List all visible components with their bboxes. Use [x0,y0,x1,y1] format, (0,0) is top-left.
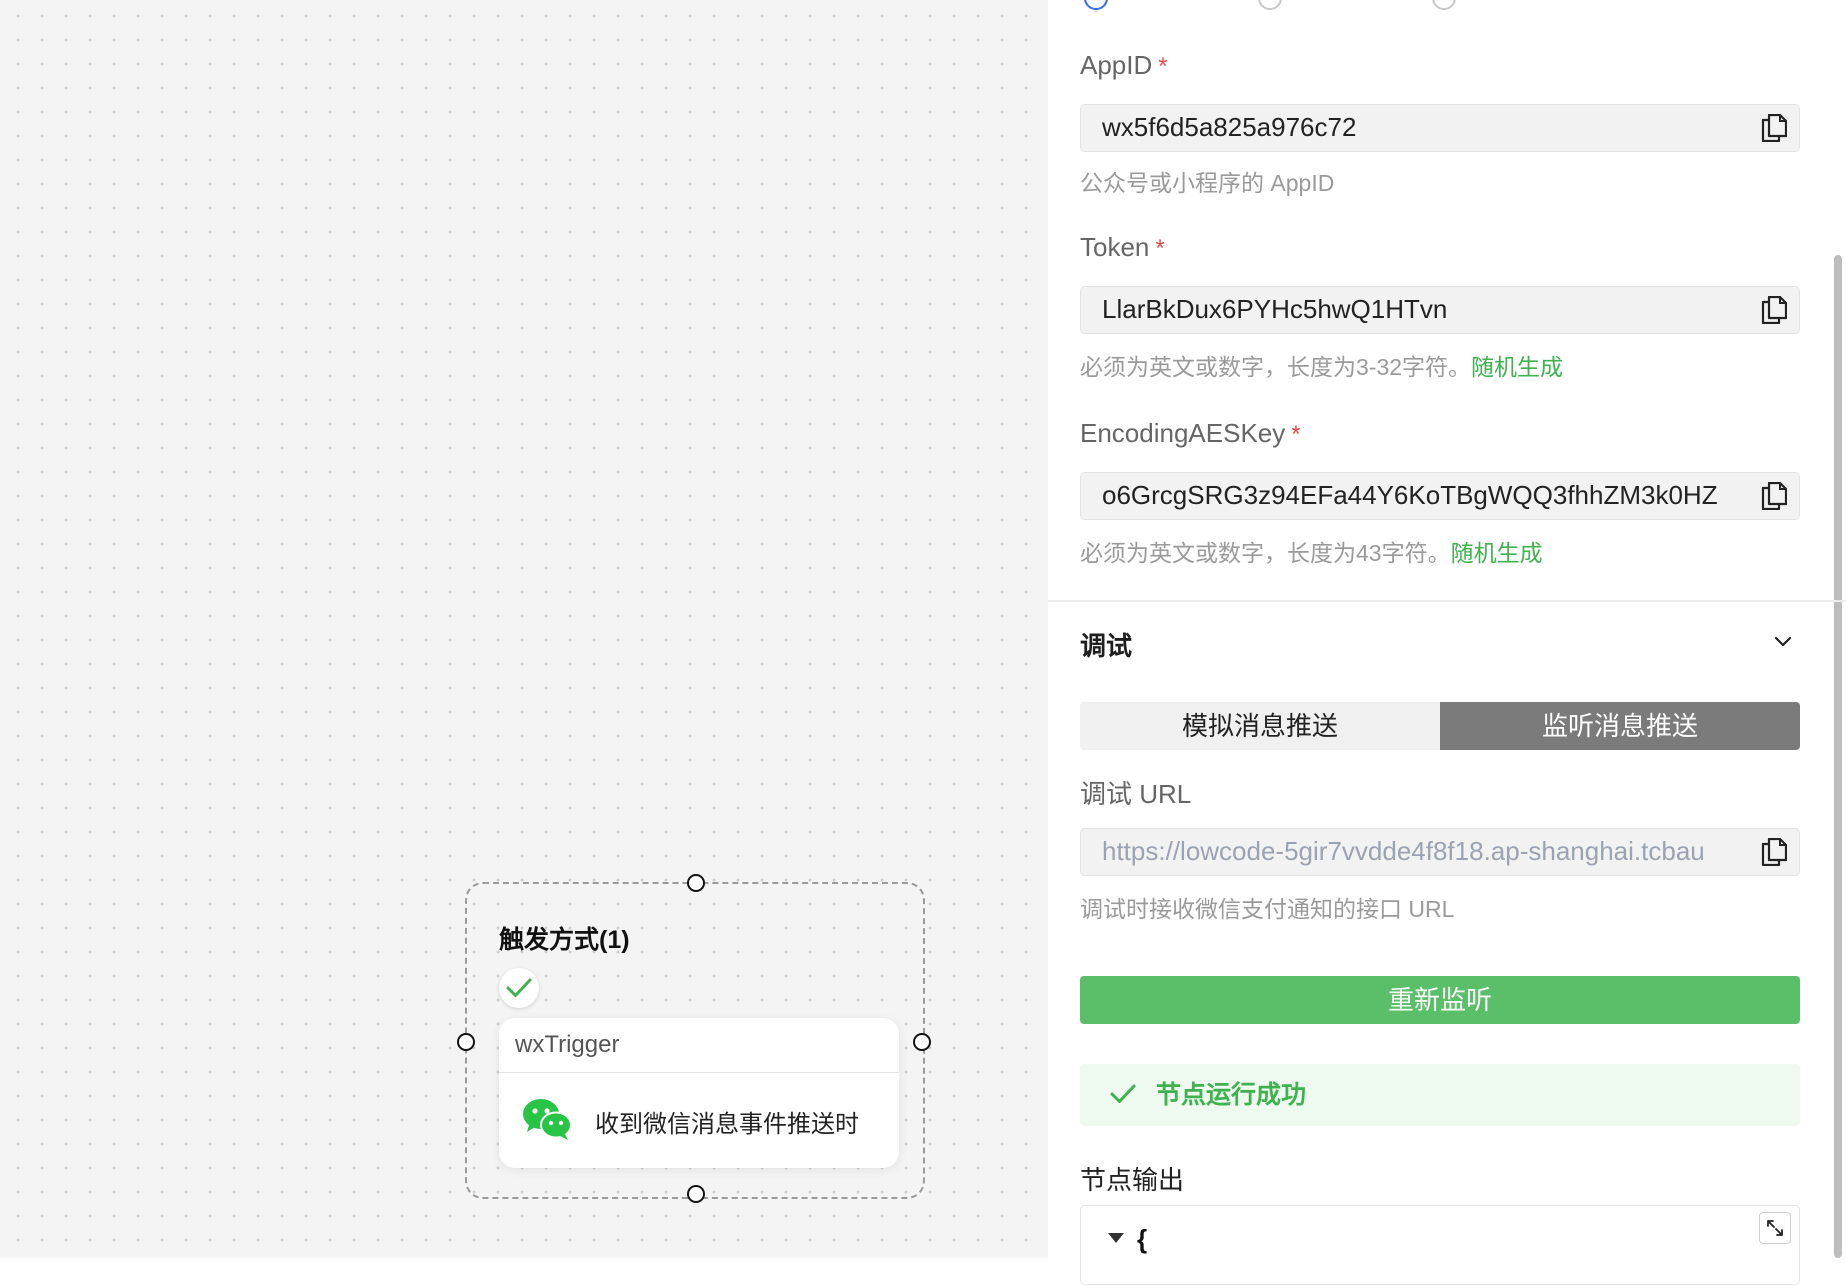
node-name: wxTrigger [499,1018,899,1073]
relisten-button[interactable]: 重新监听 [1080,976,1800,1024]
properties-panel: AppID * wx5f6d5a825a976c72 公众号或小程序的 AppID… [1048,0,1846,1285]
workflow-canvas[interactable]: 触发方式(1) wxTrigger 收到微信消息事件推送时 [0,0,1048,1258]
required-mark: * [1291,421,1301,448]
trigger-group[interactable]: 触发方式(1) wxTrigger 收到微信消息事件推送时 [457,874,931,1203]
aeskey-random-link[interactable]: 随机生成 [1451,540,1543,566]
appid-hint: 公众号或小程序的 AppID [1080,170,1335,196]
aeskey-label: EncodingAESKey * [1080,418,1301,448]
panel-scrollbar[interactable] [1834,255,1842,1258]
tab-simulate-push[interactable]: 模拟消息推送 [1080,702,1440,750]
token-hint: 必须为英文或数字，长度为3-32字符。随机生成 [1080,354,1564,380]
json-open-brace: { [1137,1224,1148,1254]
tab-listen-push[interactable]: 监听消息推送 [1440,702,1800,750]
token-random-link[interactable]: 随机生成 [1471,354,1563,380]
appid-value[interactable]: wx5f6d5a825a976c72 [1102,105,1741,150]
connector-handle-top[interactable] [687,874,705,892]
radio-option-1[interactable] [1084,0,1108,10]
wechat-icon [521,1097,573,1146]
collapse-triangle-icon[interactable] [1107,1232,1125,1244]
required-mark: * [1158,53,1168,80]
radio-option-3[interactable] [1432,0,1456,10]
check-icon [499,968,539,1008]
node-output-viewer[interactable]: { [1080,1205,1800,1285]
aeskey-field[interactable]: o6GrcgSRG3z94EFa44Y6KoTBgWQQ3fhhZM3k0HZ [1080,472,1800,520]
token-value[interactable]: LlarBkDux6PYHc5hwQ1HTvn [1102,287,1741,332]
copy-icon[interactable] [1761,838,1787,866]
copy-icon[interactable] [1761,114,1787,142]
section-divider [1048,600,1846,602]
radio-option-2[interactable] [1258,0,1282,10]
token-field[interactable]: LlarBkDux6PYHc5hwQ1HTvn [1080,286,1800,334]
appid-field[interactable]: wx5f6d5a825a976c72 [1080,104,1800,152]
trigger-group-title: 触发方式(1) [499,926,630,954]
debug-tab-switcher: 模拟消息推送 监听消息推送 [1080,702,1800,750]
appid-label: AppID * [1080,50,1168,80]
token-label: Token * [1080,232,1165,262]
expand-icon[interactable] [1759,1212,1791,1244]
node-output-label: 节点输出 [1080,1165,1185,1195]
aeskey-hint: 必须为英文或数字，长度为43字符。随机生成 [1080,540,1543,566]
aeskey-value[interactable]: o6GrcgSRG3z94EFa44Y6KoTBgWQQ3fhhZM3k0HZ [1102,473,1741,518]
connector-handle-right[interactable] [913,1033,931,1051]
debug-url-value[interactable]: https://lowcode-5gir7vvdde4f8f18.ap-shan… [1102,829,1741,874]
copy-icon[interactable] [1761,482,1787,510]
required-mark: * [1155,235,1165,262]
check-icon [1110,1084,1136,1103]
success-banner: 节点运行成功 [1080,1064,1800,1126]
connector-handle-bottom[interactable] [687,1185,705,1203]
wxtrigger-node[interactable]: wxTrigger 收到微信消息事件推送时 [499,1018,899,1168]
debug-url-label: 调试 URL [1080,779,1192,809]
chevron-down-icon[interactable] [1774,636,1792,648]
debug-section-title[interactable]: 调试 [1080,626,1132,663]
debug-url-field[interactable]: https://lowcode-5gir7vvdde4f8f18.ap-shan… [1080,828,1800,876]
connector-handle-left[interactable] [457,1033,475,1051]
node-description: 收到微信消息事件推送时 [595,1110,859,1138]
debug-url-hint: 调试时接收微信支付通知的接口 URL [1080,896,1455,922]
success-text: 节点运行成功 [1156,1081,1307,1109]
copy-icon[interactable] [1761,296,1787,324]
